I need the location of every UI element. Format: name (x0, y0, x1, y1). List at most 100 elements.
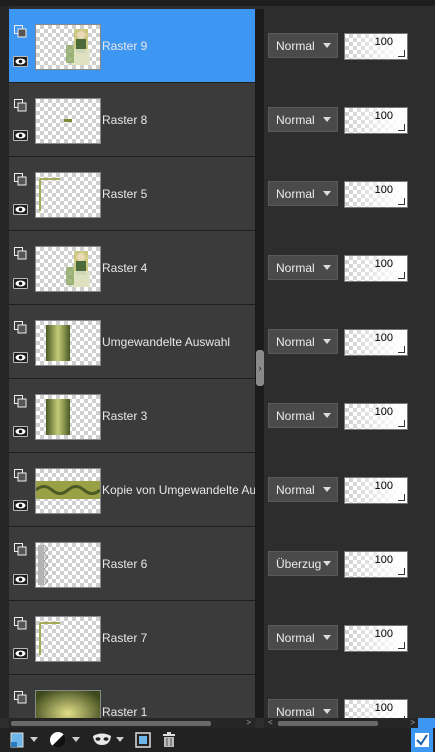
layer-name[interactable]: Raster 7 (102, 631, 255, 645)
scroll-right-arrow-icon[interactable]: > (410, 718, 415, 727)
adjustment-layer-button[interactable] (46, 728, 70, 752)
blend-mode-dropdown[interactable]: Normal (268, 625, 338, 650)
blend-mode-dropdown[interactable]: Normal (268, 107, 338, 132)
layer-group-icon[interactable] (13, 616, 28, 630)
layer-name[interactable]: Kopie von Umgewandelte Auswahl (102, 483, 255, 497)
band-thumbnail-art (36, 481, 100, 499)
blend-mode-dropdown[interactable]: Normal (268, 477, 338, 502)
visibility-eye-icon[interactable] (13, 202, 28, 216)
layer-name[interactable]: Raster 9 (102, 39, 255, 53)
scroll-left-arrow-icon[interactable]: < (268, 718, 273, 727)
scrollbar-thumb[interactable] (11, 721, 211, 726)
layer-group-icon[interactable] (13, 172, 28, 186)
layer-name[interactable]: Raster 3 (102, 409, 255, 423)
new-raster-layer-button[interactable] (6, 728, 28, 752)
layer-thumbnail[interactable] (35, 394, 101, 440)
blend-mode-dropdown[interactable]: Normal (268, 33, 338, 58)
layer-thumbnail[interactable] (35, 320, 101, 366)
opacity-slider[interactable]: 100 (344, 255, 408, 282)
resize-grip-icon[interactable] (418, 718, 435, 728)
layer-name[interactable]: Umgewandelte Auswahl (102, 335, 255, 349)
layer-thumbnail[interactable] (35, 542, 101, 588)
opacity-slider[interactable]: 100 (344, 329, 408, 356)
layer-row[interactable]: Raster 6 (9, 527, 255, 601)
layer-group-icon[interactable] (13, 24, 28, 38)
visibility-eye-icon[interactable] (13, 572, 28, 586)
blend-mode-value: Normal (276, 334, 315, 349)
visibility-eye-icon[interactable] (13, 128, 28, 142)
palette-options-button[interactable] (411, 728, 433, 752)
layer-row[interactable]: Kopie von Umgewandelte Auswahl (9, 453, 255, 527)
layer-row[interactable]: Raster 4 (9, 231, 255, 305)
layer-group-icon[interactable] (13, 394, 28, 408)
layer-thumbnail[interactable] (35, 616, 101, 662)
mask-dropdown[interactable] (114, 728, 126, 752)
layer-row[interactable]: Umgewandelte Auswahl (9, 305, 255, 379)
opacity-slider[interactable]: 100 (344, 33, 408, 60)
blend-mode-dropdown[interactable]: Normal (268, 699, 338, 718)
layer-thumbnail[interactable] (35, 172, 101, 218)
layer-group-icon[interactable] (13, 542, 28, 556)
properties-scrollbar[interactable]: < > (264, 718, 435, 728)
layer-name[interactable]: Raster 4 (102, 261, 255, 275)
opacity-slider[interactable]: 100 (344, 403, 408, 430)
delete-layer-button[interactable] (158, 728, 180, 752)
layer-properties-row: Normal 100 (264, 231, 435, 305)
blend-mode-dropdown[interactable]: Normal (268, 329, 338, 354)
layer-properties-row: Normal 100 (264, 305, 435, 379)
layer-list-scrollbar[interactable]: > (9, 718, 255, 728)
layer-name[interactable]: Raster 6 (102, 557, 255, 571)
opacity-slider[interactable]: 100 (344, 107, 408, 134)
blend-mode-dropdown[interactable]: Normal (268, 181, 338, 206)
mask-button[interactable] (90, 728, 114, 752)
opacity-value: 100 (374, 110, 393, 122)
visibility-eye-icon[interactable] (13, 276, 28, 290)
adjustment-dropdown[interactable] (70, 728, 82, 752)
new-layer-dropdown[interactable] (28, 728, 40, 752)
resize-corner-icon (398, 124, 405, 131)
chevron-down-icon (323, 339, 331, 344)
layer-thumbnail[interactable] (35, 246, 101, 292)
layer-row[interactable]: Raster 8 (9, 83, 255, 157)
opacity-slider[interactable]: 100 (344, 551, 408, 578)
scrollbar-thumb[interactable] (278, 721, 378, 726)
opacity-value: 100 (374, 258, 393, 270)
blend-mode-value: Normal (276, 186, 315, 201)
layer-row[interactable]: Raster 1 (9, 675, 255, 718)
checkmark-icon (415, 733, 429, 747)
opacity-slider[interactable]: 100 (344, 181, 408, 208)
layer-name[interactable]: Raster 5 (102, 187, 255, 201)
blend-mode-dropdown[interactable]: Überzug (268, 551, 338, 576)
layer-group-icon[interactable] (13, 246, 28, 260)
blend-mode-dropdown[interactable]: Normal (268, 403, 338, 428)
visibility-eye-icon[interactable] (13, 498, 28, 512)
layer-properties-row: Normal 100 (264, 9, 435, 83)
layer-thumbnail[interactable] (35, 24, 101, 70)
opacity-slider[interactable]: 100 (344, 477, 408, 504)
layer-group-icon[interactable] (13, 98, 28, 112)
layer-group-icon[interactable] (13, 468, 28, 482)
collapse-handle[interactable]: › (256, 350, 264, 386)
blend-mode-dropdown[interactable]: Normal (268, 255, 338, 280)
visibility-eye-icon[interactable] (13, 646, 28, 660)
layer-name[interactable]: Raster 8 (102, 113, 255, 127)
visibility-eye-icon[interactable] (13, 54, 28, 68)
layer-row[interactable]: Raster 9 (9, 9, 255, 83)
new-group-button[interactable] (132, 728, 154, 752)
layer-row[interactable]: Raster 5 (9, 157, 255, 231)
opacity-slider[interactable]: 100 (344, 699, 408, 718)
visibility-eye-icon[interactable] (13, 350, 28, 364)
layer-thumbnail[interactable] (35, 468, 101, 514)
visibility-eye-icon[interactable] (13, 424, 28, 438)
layer-row[interactable]: Raster 3 (9, 379, 255, 453)
layer-group-icon[interactable] (13, 320, 28, 334)
layer-group-icon[interactable] (13, 690, 28, 704)
layer-thumbnail[interactable] (35, 98, 101, 144)
layer-thumbnail[interactable] (35, 690, 101, 718)
opacity-slider[interactable]: 100 (344, 625, 408, 652)
chevron-down-icon (116, 737, 124, 742)
scroll-right-arrow-icon[interactable]: > (246, 718, 251, 727)
layer-name[interactable]: Raster 1 (102, 705, 255, 718)
layer-row[interactable]: Raster 7 (9, 601, 255, 675)
opacity-value: 100 (374, 184, 393, 196)
